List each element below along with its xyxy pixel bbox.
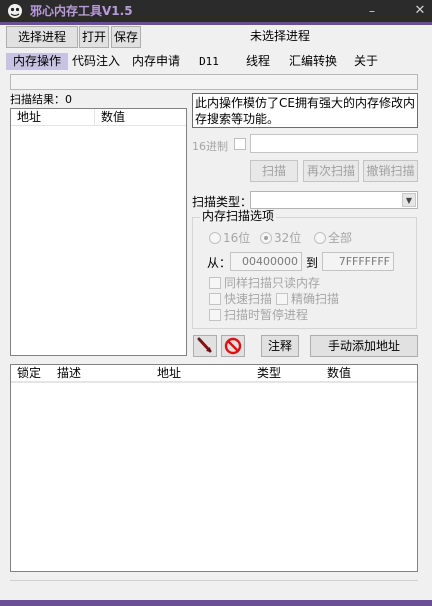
- address-column-value[interactable]: 数值: [321, 365, 417, 382]
- range-from-label: 从：: [207, 256, 232, 270]
- title-accent-bar: [0, 22, 432, 25]
- bottom-accent-bar: [0, 600, 432, 606]
- process-status-label: 未选择进程: [250, 29, 311, 43]
- radio-16bit[interactable]: [209, 232, 221, 244]
- chevron-down-icon[interactable]: ▼: [402, 193, 416, 207]
- result-column-address[interactable]: 地址: [11, 109, 95, 126]
- open-button[interactable]: 打开: [79, 26, 109, 48]
- radio-32bit-label: 32位: [274, 231, 302, 245]
- address-list[interactable]: 锁定 描述 地址 类型 数值: [10, 364, 418, 572]
- scan-type-select[interactable]: ▼: [250, 191, 418, 209]
- scan-value-input[interactable]: [250, 134, 418, 153]
- scan-result-list[interactable]: 地址 数值: [10, 108, 187, 356]
- info-description: 此内操作模仿了CE拥有强大的内存修改内存搜索等功能。: [192, 93, 418, 128]
- add-address-button[interactable]: 手动添加地址: [310, 335, 418, 357]
- precise-scan-checkbox[interactable]: [276, 293, 288, 305]
- fast-scan-label: 快速扫描: [224, 292, 273, 306]
- note-button[interactable]: 注释: [261, 335, 299, 357]
- readonly-scan-label: 同样扫描只读内存: [224, 276, 321, 290]
- radio-all-label: 全部: [328, 231, 353, 245]
- window-title: 邪心内存工具V1.5: [30, 4, 133, 18]
- stop-icon[interactable]: [221, 335, 245, 357]
- result-column-value[interactable]: 数值: [95, 109, 186, 126]
- pointer-pick-icon[interactable]: [193, 335, 217, 357]
- minimize-button[interactable]: –: [364, 2, 380, 20]
- range-from-input[interactable]: 00400000: [230, 252, 302, 271]
- readonly-scan-checkbox[interactable]: [209, 277, 221, 289]
- range-to-input[interactable]: 7FFFFFFF: [322, 252, 394, 271]
- tab-thread[interactable]: 线程: [244, 53, 272, 70]
- address-column-type[interactable]: 类型: [251, 365, 321, 382]
- range-to-label: 到: [306, 256, 319, 270]
- scan-options-title: 内存扫描选项: [200, 209, 277, 224]
- address-column-lock[interactable]: 锁定: [11, 365, 51, 382]
- precise-scan-label: 精确扫描: [291, 292, 340, 306]
- scan-type-label: 扫描类型：: [192, 195, 253, 209]
- scan-progress-bar: [10, 74, 418, 90]
- radio-32bit[interactable]: [260, 232, 272, 244]
- scan-result-count: 扫描结果：0: [10, 93, 72, 106]
- tab-about[interactable]: 关于: [352, 53, 380, 70]
- hex-label: 16进制: [192, 140, 228, 153]
- address-column-description[interactable]: 描述: [51, 365, 151, 382]
- pause-process-label: 扫描时暂停进程: [224, 308, 309, 322]
- status-bar: [10, 580, 418, 594]
- tab-memory-allocation[interactable]: 内存申请: [130, 53, 182, 70]
- tab-code-injection[interactable]: 代码注入: [71, 53, 121, 70]
- hex-checkbox[interactable]: [234, 138, 246, 150]
- tab-dll[interactable]: D11: [198, 53, 220, 70]
- radio-all[interactable]: [314, 232, 326, 244]
- scan-button[interactable]: 扫描: [250, 160, 298, 182]
- tab-memory-operation[interactable]: 内存操作: [6, 53, 68, 70]
- save-button[interactable]: 保存: [111, 26, 141, 48]
- close-button[interactable]: ✕: [412, 2, 428, 20]
- pause-process-checkbox[interactable]: [209, 309, 221, 321]
- radio-16bit-label: 16位: [223, 231, 251, 245]
- address-column-address[interactable]: 地址: [151, 365, 251, 382]
- fast-scan-checkbox[interactable]: [209, 293, 221, 305]
- app-logo-icon: [7, 3, 23, 19]
- select-process-button[interactable]: 选择进程: [6, 26, 78, 48]
- rescan-button[interactable]: 再次扫描: [303, 160, 359, 182]
- tab-assembly-convert[interactable]: 汇编转换: [287, 53, 339, 70]
- address-list-header-divider: [11, 382, 417, 383]
- undo-scan-button[interactable]: 撤销扫描: [363, 160, 418, 182]
